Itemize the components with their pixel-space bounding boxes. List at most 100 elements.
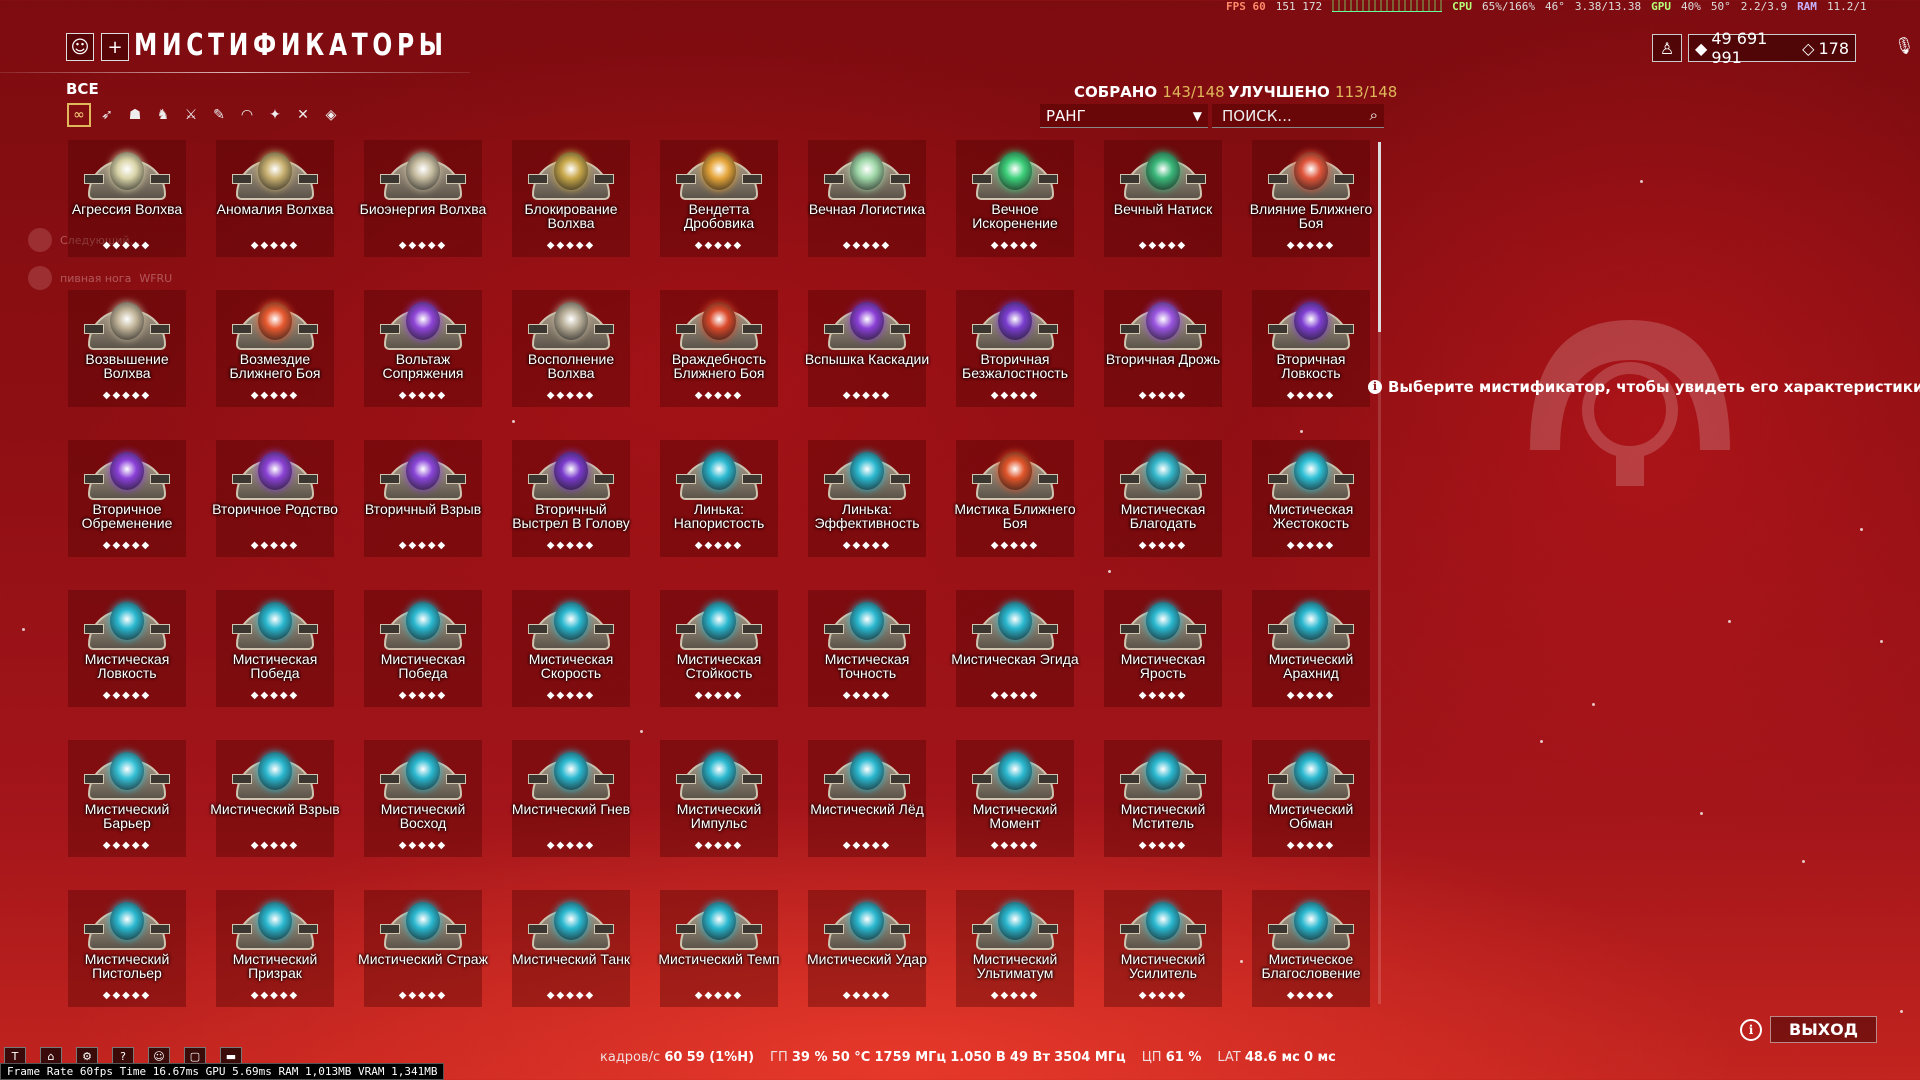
arcane-card[interactable]: Мистический Восход ◆◆◆◆◆ xyxy=(364,740,482,857)
arcane-card[interactable]: Мистический Арахнид ◆◆◆◆◆ xyxy=(1252,590,1370,707)
arcane-card[interactable]: Восполнение Волхва ◆◆◆◆◆ xyxy=(512,290,630,407)
arcane-emblem-icon xyxy=(1120,448,1206,502)
arcane-card[interactable]: Мистический Ультиматум ◆◆◆◆◆ xyxy=(956,890,1074,1007)
page-title: МИСТИФИКАТОРЫ xyxy=(134,28,448,63)
arcane-rank-pips: ◆◆◆◆◆ xyxy=(546,990,596,1001)
arcane-emblem-icon xyxy=(232,448,318,502)
filter-secondary-icon[interactable]: ✎ xyxy=(207,103,231,127)
arcane-card[interactable]: Биоэнергия Волхва ◆◆◆◆◆ xyxy=(360,140,486,257)
arcane-card[interactable]: Линька: Напористость ◆◆◆◆◆ xyxy=(660,440,778,557)
arcane-card[interactable]: Мистический Взрыв ◆◆◆◆◆ xyxy=(210,740,340,857)
arcane-card[interactable]: Вторичная Дрожь ◆◆◆◆◆ xyxy=(1104,290,1222,407)
collected-label: СОБРАНО xyxy=(1074,83,1158,101)
filter-shotgun-icon[interactable]: ◈ xyxy=(319,103,343,127)
arcane-card[interactable]: Мистический Призрак ◆◆◆◆◆ xyxy=(216,890,334,1007)
arcane-card[interactable]: Враждебность Ближнего Боя ◆◆◆◆◆ xyxy=(660,290,778,407)
arcane-rank-pips: ◆◆◆◆◆ xyxy=(1286,840,1336,851)
arcane-card[interactable]: Мистическая Жестокость ◆◆◆◆◆ xyxy=(1252,440,1370,557)
arcane-card[interactable]: Мистический Лёд ◆◆◆◆◆ xyxy=(808,740,926,857)
arcane-card[interactable]: Мистическая Эгида ◆◆◆◆◆ xyxy=(951,590,1079,707)
scrollbar-thumb[interactable] xyxy=(1378,142,1381,332)
arcane-card[interactable]: Мистический Страж ◆◆◆◆◆ xyxy=(358,890,488,1007)
arcane-card[interactable]: Аномалия Волхва ◆◆◆◆◆ xyxy=(216,140,334,257)
arcane-card[interactable]: Мистический Импульс ◆◆◆◆◆ xyxy=(660,740,778,857)
search-input[interactable] xyxy=(1212,104,1384,127)
arcane-emblem-icon xyxy=(232,298,318,352)
arcane-card[interactable]: Мистический Мститель ◆◆◆◆◆ xyxy=(1104,740,1222,857)
arcane-card[interactable]: Вторичное Обременение ◆◆◆◆◆ xyxy=(68,440,186,557)
arcane-name: Мистический Лёд xyxy=(810,801,924,817)
arcane-card[interactable]: Мистическое Благословение ◆◆◆◆◆ xyxy=(1252,890,1370,1007)
arcane-card[interactable]: Мистика Ближнего Боя ◆◆◆◆◆ xyxy=(954,440,1076,557)
filter-all-icon[interactable]: ∞ xyxy=(67,103,91,127)
arcane-rank-pips: ◆◆◆◆◆ xyxy=(694,990,744,1001)
arcane-emblem-icon xyxy=(1120,748,1206,802)
arcane-card[interactable]: Возмездие Ближнего Боя ◆◆◆◆◆ xyxy=(216,290,334,407)
arcane-card[interactable]: Мистическая Ярость ◆◆◆◆◆ xyxy=(1104,590,1222,707)
exit-button[interactable]: ВЫХОД xyxy=(1770,1016,1877,1043)
arcane-emblem-icon xyxy=(676,748,762,802)
arcane-card[interactable]: Мистический Обман ◆◆◆◆◆ xyxy=(1252,740,1370,857)
scrollbar[interactable] xyxy=(1378,142,1381,1004)
arcane-card[interactable]: Блокирование Волхва ◆◆◆◆◆ xyxy=(512,140,630,257)
arcane-card[interactable]: Агрессия Волхва ◆◆◆◆◆ xyxy=(68,140,186,257)
arcane-rank-pips: ◆◆◆◆◆ xyxy=(102,990,152,1001)
arcane-card[interactable]: Мистический Удар ◆◆◆◆◆ xyxy=(807,890,927,1007)
arcane-card[interactable]: Мистическая Победа ◆◆◆◆◆ xyxy=(216,590,334,707)
arcane-name: Мистический Усилитель xyxy=(1120,951,1206,981)
arcane-card[interactable]: Возвышение Волхва ◆◆◆◆◆ xyxy=(68,290,186,407)
arcane-card[interactable]: Мистическая Точность ◆◆◆◆◆ xyxy=(808,590,926,707)
lat-label: LAT xyxy=(1217,1050,1241,1065)
arcane-card[interactable]: Мистическая Ловкость ◆◆◆◆◆ xyxy=(68,590,186,707)
filter-archwing-icon[interactable]: ◠ xyxy=(235,103,259,127)
arcane-card[interactable]: Вторичный Взрыв ◆◆◆◆◆ xyxy=(364,440,482,557)
arcane-card[interactable]: Вечная Логистика ◆◆◆◆◆ xyxy=(808,140,926,257)
microphone-icon[interactable]: 🎙 xyxy=(1894,36,1914,55)
filter-warframe-icon[interactable]: ☗ xyxy=(123,103,147,127)
arcane-card[interactable]: Вендетта Дробовика ◆◆◆◆◆ xyxy=(660,140,778,257)
osd-frametime: 151 172 xyxy=(1275,0,1323,13)
add-icon[interactable]: + xyxy=(101,33,129,61)
arcane-card[interactable]: Вторичное Родство ◆◆◆◆◆ xyxy=(212,440,338,557)
lat-value: 48.6 мс xyxy=(1244,1050,1300,1065)
arcane-card[interactable]: Вечный Натиск ◆◆◆◆◆ xyxy=(1104,140,1222,257)
arcane-card[interactable]: Мистический Темп ◆◆◆◆◆ xyxy=(658,890,780,1007)
arcane-card[interactable]: Вечное Искоренение ◆◆◆◆◆ xyxy=(956,140,1074,257)
sort-dropdown[interactable]: РАНГ ▼ xyxy=(1040,104,1208,128)
arcane-name: Мистическая Точность xyxy=(824,651,910,681)
arcane-card[interactable]: Влияние Ближнего Боя ◆◆◆◆◆ xyxy=(1250,140,1372,257)
arcane-card[interactable]: Вторичный Выстрел В Голову ◆◆◆◆◆ xyxy=(512,440,630,557)
arcane-card[interactable]: Вольтаж Сопряжения ◆◆◆◆◆ xyxy=(364,290,482,407)
arcane-card[interactable]: Мистический Танк ◆◆◆◆◆ xyxy=(512,890,630,1007)
arcane-card[interactable]: Мистическая Благодать ◆◆◆◆◆ xyxy=(1104,440,1222,557)
arcane-rank-pips: ◆◆◆◆◆ xyxy=(842,240,892,251)
arcane-emblem-icon xyxy=(528,448,614,502)
arcane-card[interactable]: Мистический Пистольер ◆◆◆◆◆ xyxy=(68,890,186,1007)
arcane-card[interactable]: Мистический Усилитель ◆◆◆◆◆ xyxy=(1104,890,1222,1007)
arcane-card[interactable]: Вторичная Безжалостность ◆◆◆◆◆ xyxy=(956,290,1074,407)
filter-exalted-icon[interactable]: ✦ xyxy=(263,103,287,127)
profile-avatar-icon[interactable]: ☺ xyxy=(66,33,94,61)
arcane-card[interactable]: Мистический Гнев ◆◆◆◆◆ xyxy=(512,740,630,857)
filter-companion-icon[interactable]: ♞ xyxy=(151,103,175,127)
collected-value: 143/148 xyxy=(1162,83,1225,101)
info-icon[interactable]: i xyxy=(1740,1018,1762,1041)
arcane-name: Мистический Восход xyxy=(380,801,466,831)
filter-primary-icon[interactable]: ➶ xyxy=(95,103,119,127)
arcane-card[interactable]: Линька: Эффективность ◆◆◆◆◆ xyxy=(808,440,926,557)
arcane-emblem-icon xyxy=(824,598,910,652)
arcane-card[interactable]: Мистическая Скорость ◆◆◆◆◆ xyxy=(512,590,630,707)
arcane-name: Возвышение Волхва xyxy=(85,351,169,381)
arcane-card[interactable]: Вторичная Ловкость ◆◆◆◆◆ xyxy=(1252,290,1370,407)
arcane-rank-pips: ◆◆◆◆◆ xyxy=(1138,240,1188,251)
filter-blades-icon[interactable]: ✕ xyxy=(291,103,315,127)
arcane-card[interactable]: Мистический Барьер ◆◆◆◆◆ xyxy=(68,740,186,857)
market-icon[interactable]: ♙ xyxy=(1652,34,1682,62)
filter-melee-icon[interactable]: ⚔ xyxy=(179,103,203,127)
arcane-rank-pips: ◆◆◆◆◆ xyxy=(398,690,448,701)
arcane-card[interactable]: Вспышка Каскадии ◆◆◆◆◆ xyxy=(805,290,929,407)
arcane-card[interactable]: Мистический Момент ◆◆◆◆◆ xyxy=(956,740,1074,857)
search-icon[interactable]: ⌕ xyxy=(1370,106,1378,124)
arcane-card[interactable]: Мистическая Стойкость ◆◆◆◆◆ xyxy=(660,590,778,707)
arcane-card[interactable]: Мистическая Победа ◆◆◆◆◆ xyxy=(364,590,482,707)
